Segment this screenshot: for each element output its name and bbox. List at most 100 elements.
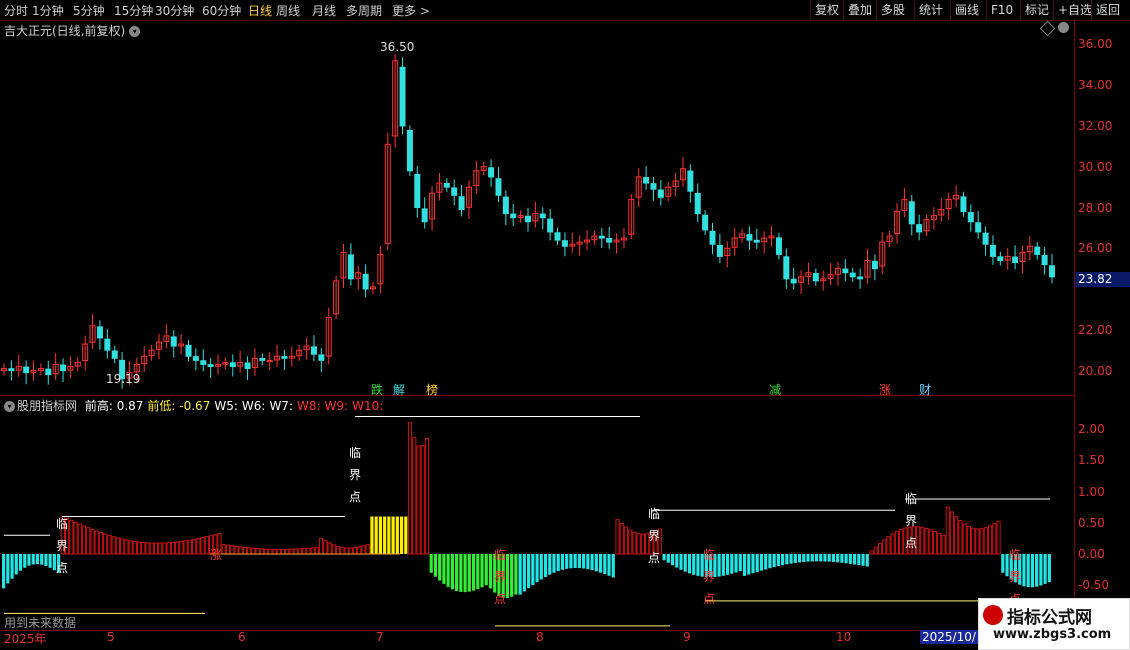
chevron-down-icon[interactable]: ▾ — [4, 401, 15, 412]
indicator-bar — [383, 516, 387, 554]
period-4[interactable]: 30分钟 — [155, 2, 194, 19]
date-label-1: 5 — [107, 630, 115, 644]
candle-body — [871, 260, 878, 270]
toolbar-button-3[interactable]: 统计 — [914, 0, 947, 20]
indicator-bar — [623, 526, 629, 555]
indicator-fields: 前高: 0.87 前低: -0.67 W5: W6: W7: W8: W9: W10: — [85, 399, 387, 413]
candle-body — [310, 346, 317, 355]
period-6[interactable]: 日线 — [248, 2, 272, 19]
indicator-bar — [107, 534, 112, 555]
toolbar-button-0[interactable]: 复权 — [810, 0, 843, 20]
toolbar-button-6[interactable]: 标记 — [1020, 0, 1053, 20]
candle-body — [318, 354, 325, 361]
indicator-bar — [348, 547, 353, 555]
indicator-bar — [865, 554, 869, 567]
indicator-field-3: W6: — [241, 399, 266, 413]
indicator-bar — [857, 554, 861, 566]
candle-body — [746, 234, 753, 241]
period-7[interactable]: 周线 — [276, 2, 300, 19]
toolbar-button-1[interactable]: 叠加 — [843, 0, 876, 20]
period-5[interactable]: 60分钟 — [202, 2, 241, 19]
indicator-bar — [636, 533, 641, 555]
indicator-bar — [272, 548, 277, 555]
indicator-bar — [742, 554, 747, 576]
candle-body — [694, 192, 701, 215]
toolbar-button-4[interactable]: 画线 — [950, 0, 983, 20]
indicator-bar — [696, 554, 700, 576]
indicator-bar — [510, 554, 514, 597]
indicator-tick-0: 2.00 — [1078, 422, 1105, 436]
future-data-note: 用到未来数据 — [4, 616, 77, 630]
candle-body — [362, 273, 369, 290]
indicator-bar — [132, 540, 137, 555]
candle-body — [104, 338, 111, 351]
period-2[interactable]: 5分钟 — [73, 2, 105, 19]
toolbar-button-8[interactable]: 返回 — [1091, 0, 1124, 20]
candle-body — [709, 230, 716, 245]
indicator-bar — [10, 554, 14, 579]
indicator-bar — [996, 520, 1001, 555]
candle-body — [96, 326, 103, 339]
marker-1-lin: 临 — [349, 446, 362, 460]
indicator-bar — [1039, 554, 1043, 586]
period-toolbar: 分时 1分钟 5分钟 15分钟 30分钟 60分钟 日线 周线 月线 多周期 更多 > 复权 叠加 多股统… — [0, 0, 1130, 21]
marker-5-lin: 临 — [703, 548, 716, 562]
indicator-field-4: W7: — [269, 399, 293, 413]
indicator-bar — [1030, 554, 1035, 588]
candle-body — [657, 189, 664, 198]
indicator-bar — [785, 554, 789, 565]
indicator-bar — [255, 548, 260, 555]
indicator-bar — [424, 437, 430, 555]
indicator-bar — [344, 547, 349, 555]
toolbar-button-7[interactable]: +自选 — [1053, 0, 1096, 20]
indicator-bar — [251, 547, 256, 555]
period-3[interactable]: 15分钟 — [114, 2, 153, 19]
candle-body — [908, 201, 915, 225]
indicator-bar — [527, 554, 531, 589]
watermark-title: 指标公式网 — [1007, 608, 1092, 628]
indicator-bar — [340, 546, 345, 555]
indicator-bar — [853, 554, 857, 565]
last-price-tag: 23.82 — [1075, 272, 1130, 287]
period-0[interactable]: 分时 — [4, 2, 28, 19]
period-9[interactable]: 多周期 — [346, 2, 382, 19]
high-price-label: 36.50 — [380, 40, 415, 54]
toolbar-button-2[interactable]: 多股 — [876, 0, 909, 20]
indicator-bar — [992, 523, 997, 555]
indicator-bar — [136, 541, 142, 555]
indicator-bar — [747, 554, 751, 575]
indicator-bar — [192, 538, 197, 555]
period-8[interactable]: 月线 — [312, 2, 336, 19]
indicator-name: 股朋指标网 — [17, 399, 78, 413]
indicator-bar — [352, 547, 358, 555]
indicator-bar — [166, 542, 171, 555]
indicator-bar — [831, 554, 836, 562]
indicator-bar — [573, 554, 577, 568]
candle-body — [451, 187, 458, 196]
marker-2-lin: 临 — [648, 507, 661, 521]
candle-body — [266, 359, 273, 362]
period-10[interactable]: 更多 > — [392, 2, 430, 19]
marker-4-dian: 点 — [494, 592, 507, 606]
candle-body — [702, 214, 709, 231]
indicator-bar — [586, 554, 590, 570]
indicator-bar — [971, 527, 976, 555]
candle-body — [775, 237, 782, 255]
indicator-bar — [556, 554, 560, 572]
indicator-bar — [306, 547, 311, 555]
indicator-bar — [412, 437, 417, 555]
toolbar-button-5[interactable]: F10 — [986, 0, 1017, 20]
price-chart[interactable] — [0, 20, 1074, 395]
candle-body — [753, 239, 760, 243]
indicator-bar — [450, 554, 454, 590]
candle-body — [687, 170, 694, 192]
period-1[interactable]: 1分钟 — [32, 2, 64, 19]
indicator-bar — [725, 554, 730, 575]
logo-icon — [983, 605, 1003, 625]
marker-2-jie: 界 — [648, 529, 661, 543]
indicator-field-6: W9: — [324, 399, 349, 413]
date-label-4: 8 — [536, 630, 544, 644]
indicator-bar — [721, 554, 725, 576]
indicator-bar — [357, 546, 362, 555]
indicator-bar — [416, 445, 421, 555]
